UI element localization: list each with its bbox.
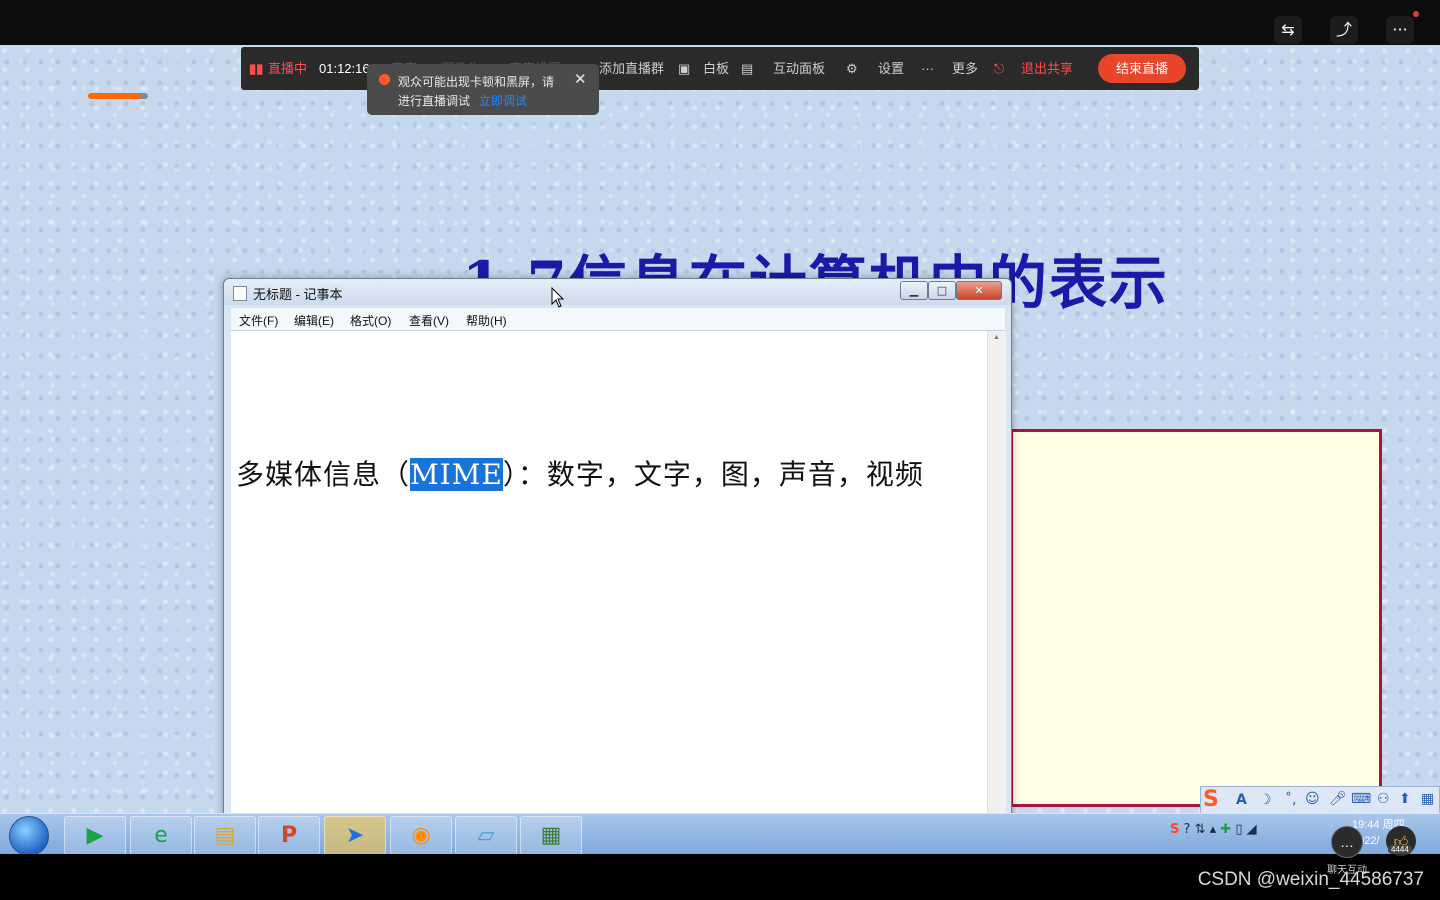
notepad-window: 无标题 - 记事本 ▁ □ ✕ 文件(F) 编辑(E) 格式(O) 查看(V) … xyxy=(223,278,1012,820)
presentation-app-icon[interactable]: ▦ xyxy=(520,816,582,855)
folder-icon[interactable]: ▤ xyxy=(194,816,256,855)
tooltip-line2: 进行直播调试 xyxy=(398,94,471,108)
moon-icon[interactable]: ☽ xyxy=(1259,792,1272,808)
menu-view[interactable]: 查看(V) xyxy=(409,312,449,329)
close-icon[interactable]: ✕ xyxy=(574,70,587,88)
whiteboard-icon: ▣ xyxy=(678,61,691,76)
rotate-share-icon[interactable]: ⤴ xyxy=(1330,16,1358,44)
security-tray-icon[interactable]: ✚ xyxy=(1220,822,1231,837)
live-timer: 01:12:16 xyxy=(319,61,370,76)
whiteboard-button[interactable]: 白板 xyxy=(703,47,729,90)
debug-tooltip: 观众可能出现卡顿和黑屏，请 ✕ 进行直播调试 立即调试 xyxy=(367,64,599,115)
powerpoint-icon[interactable]: P xyxy=(258,816,320,855)
csdn-watermark: CSDN @weixin_44586737 xyxy=(1197,869,1424,890)
notepad-text-line: 多媒体信息（MIME）：数字，文字，图，声音，视频 xyxy=(236,453,924,493)
system-tray: S ? ⇅ ▴ ✚ ▯ ◢ xyxy=(1170,822,1257,837)
chat-bubble-icon[interactable]: … xyxy=(1331,826,1363,858)
chat-panel-icon: ▤ xyxy=(741,61,754,76)
interaction-panel-button[interactable]: 互动面板 xyxy=(773,47,825,90)
start-button[interactable] xyxy=(9,816,49,856)
ime-mode-label[interactable]: A xyxy=(1236,792,1247,808)
text-after-selection: ）：数字，文字，图，声音，视频 xyxy=(502,458,924,491)
like-count: 4444 xyxy=(1388,845,1412,854)
live-status-label: 直播中 xyxy=(268,61,308,76)
user-icon[interactable]: ⚇ xyxy=(1377,791,1390,807)
vertical-scrollbar[interactable]: ▲ xyxy=(987,331,1006,819)
volume-tray-icon[interactable]: ◢ xyxy=(1247,822,1257,837)
network-tray-icon[interactable]: ⇅ xyxy=(1195,822,1206,837)
end-live-button[interactable]: 结束直播 xyxy=(1098,54,1186,83)
menu-file[interactable]: 文件(F) xyxy=(239,312,278,329)
punctuation-icon[interactable]: ˚, xyxy=(1285,792,1296,808)
scroll-up-arrow-icon[interactable]: ▲ xyxy=(993,334,1000,341)
mouse-cursor-icon xyxy=(551,287,565,308)
exit-share-button[interactable]: 退出共享 xyxy=(1021,47,1073,90)
media-player-icon[interactable]: ▶ xyxy=(64,816,126,855)
close-button[interactable]: ✕ xyxy=(956,281,1002,300)
meeting-top-bar: ⇆ ⤴ ··· xyxy=(0,0,1440,45)
more-icon[interactable]: ··· xyxy=(1386,16,1414,44)
maximize-button[interactable]: □ xyxy=(928,281,956,300)
skin-icon[interactable]: ⬆ xyxy=(1399,791,1411,807)
notification-dot xyxy=(1413,11,1419,17)
add-live-group-button[interactable]: 添加直播群 xyxy=(599,47,664,90)
settings-button[interactable]: 设置 xyxy=(878,47,904,90)
menu-help[interactable]: 帮助(H) xyxy=(466,312,507,329)
gear-icon: ⚙ xyxy=(846,61,858,76)
menu-format[interactable]: 格式(O) xyxy=(350,312,391,329)
live-status-icon: ▮▮ xyxy=(249,61,264,76)
keyboard-icon[interactable]: ⌨ xyxy=(1351,791,1371,807)
exit-share-icon: ⎋ xyxy=(994,61,1005,76)
notepad-app-icon[interactable]: ▱ xyxy=(455,816,517,855)
notepad-menubar: 文件(F) 编辑(E) 格式(O) 查看(V) 帮助(H) xyxy=(231,308,1005,331)
debug-now-link[interactable]: 立即调试 xyxy=(479,92,527,109)
more-dots-icon: ··· xyxy=(921,61,934,76)
notepad-title: 无标题 - 记事本 xyxy=(253,287,343,302)
text-before-selection: 多媒体信息（ xyxy=(236,458,411,491)
feishu-icon[interactable]: ➤ xyxy=(324,816,386,855)
media-app-icon[interactable]: ◉ xyxy=(390,816,452,855)
menu-grid-icon[interactable]: ▦ xyxy=(1421,791,1434,807)
notepad-icon xyxy=(233,286,247,301)
show-hidden-icon[interactable]: ▴ xyxy=(1210,822,1217,837)
progress-indicator xyxy=(88,93,148,99)
ie-browser-icon[interactable]: e xyxy=(130,816,192,855)
help-tray-icon[interactable]: ? xyxy=(1184,822,1191,837)
notepad-titlebar[interactable]: 无标题 - 记事本 ▁ □ ✕ xyxy=(224,279,1011,305)
tooltip-line1: 观众可能出现卡顿和黑屏，请 xyxy=(398,75,555,89)
ime-toolbar: S A ☽ ˚, ☺ 🎤︎ ⌨ ⚇ ⬆ ▦ xyxy=(1200,786,1440,816)
menu-edit[interactable]: 编辑(E) xyxy=(294,312,334,329)
more-button[interactable]: 更多 xyxy=(952,47,978,90)
device-tray-icon[interactable]: ▯ xyxy=(1235,822,1242,837)
minimize-button[interactable]: ▁ xyxy=(900,281,928,300)
selected-text: MIME xyxy=(410,458,503,491)
windows-taskbar: ▶ e ▤ P ➤ ◉ ▱ ▦ S ? ⇅ ▴ ✚ ▯ ◢ 19:44 周四 2… xyxy=(0,813,1440,856)
microphone-icon[interactable]: 🎤︎ xyxy=(1329,791,1347,807)
sogou-logo-icon[interactable]: S xyxy=(1203,787,1219,812)
sogou-tray-icon[interactable]: S xyxy=(1170,822,1179,837)
slide-content-box xyxy=(1010,429,1382,807)
warning-icon xyxy=(379,74,390,85)
notepad-text-area[interactable]: 多媒体信息（MIME）：数字，文字，图，声音，视频 xyxy=(231,331,987,819)
emoji-icon[interactable]: ☺ xyxy=(1305,791,1320,807)
screen-share-icon[interactable]: ⇆ xyxy=(1274,16,1302,44)
